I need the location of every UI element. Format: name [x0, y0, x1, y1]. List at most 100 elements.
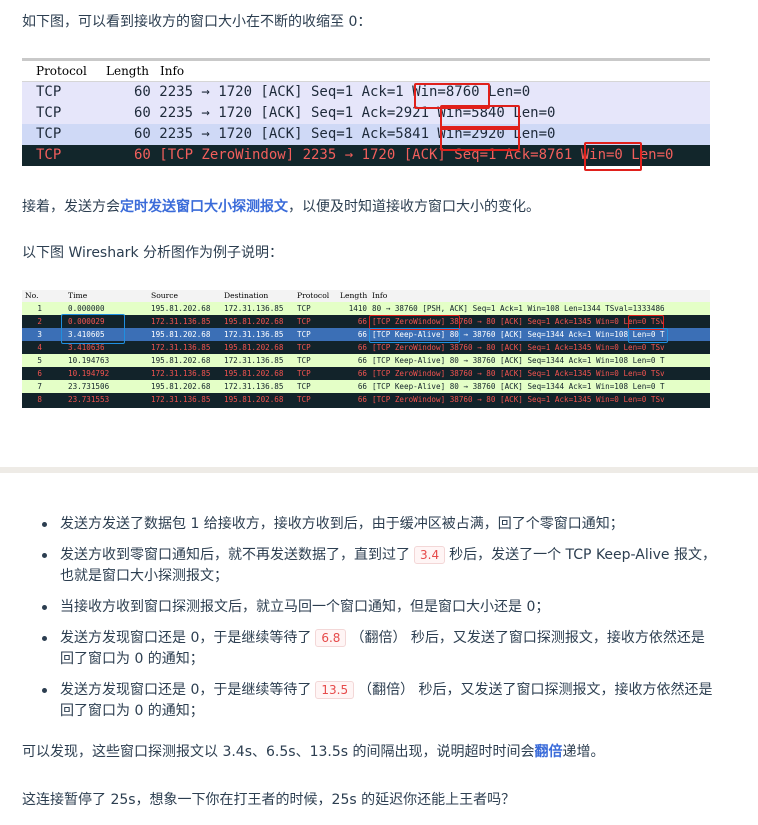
- col-info: Info: [372, 291, 388, 300]
- cell-info: [TCP Keep-Alive] 80 → 38760 [ACK] Seq=13…: [372, 330, 665, 339]
- cell-time: 10.194792: [68, 369, 110, 378]
- cell-proto: TCP: [297, 317, 311, 326]
- bullet-text: 发送方发现窗口还是 0，于是继续等待了: [60, 682, 312, 698]
- cell-no: 4: [37, 343, 42, 352]
- capture-row: TCP 60 2235 → 1720 [ACK] Seq=1 Ack=5841 …: [22, 124, 710, 145]
- cell-no: 8: [37, 395, 42, 404]
- cell-src: 195.81.202.68: [151, 382, 211, 391]
- explanation-list: 发送方发送了数据包 1 给接收方，接收方收到后，由于缓冲区被占满，回了个零窗口通…: [38, 514, 718, 732]
- cell-len: 66: [357, 356, 367, 365]
- probe-text-after: ，以便及时知道接收方窗口大小的变化。: [288, 199, 540, 215]
- cell-time: 3.410605: [68, 330, 105, 339]
- capture-row-zero-window: TCP 60 [TCP ZeroWindow] 2235 → 1720 [ACK…: [22, 145, 710, 166]
- cell-dst: 195.81.202.68: [224, 343, 284, 352]
- row-info: 60 2235 → 1720 [ACK] Seq=1 Ack=5841 Win=…: [134, 126, 556, 142]
- cell-no: 3: [37, 330, 42, 339]
- cell-len: 66: [357, 369, 367, 378]
- col-length: Length: [340, 291, 368, 300]
- cell-src: 172.31.136.85: [151, 343, 211, 352]
- cell-dst: 172.31.136.85: [224, 356, 284, 365]
- cell-info: [TCP Keep-Alive] 80 → 38760 [ACK] Seq=13…: [372, 382, 665, 391]
- cell-src: 172.31.136.85: [151, 369, 211, 378]
- cell-info: [TCP ZeroWindow] 38760 → 80 [ACK] Seq=1 …: [372, 369, 665, 378]
- conclusion-text-after: 递增。: [562, 744, 605, 760]
- section-divider: [0, 467, 758, 473]
- wireshark-window-shrink-capture: Protocol Length Info TCP 60 2235 → 1720 …: [22, 58, 710, 173]
- cell-no: 5: [37, 356, 42, 365]
- col-no: No.: [25, 291, 39, 300]
- col-destination: Destination: [224, 291, 269, 300]
- cell-time: 10.194763: [68, 356, 110, 365]
- cell-proto: TCP: [297, 369, 311, 378]
- example-paragraph: 以下图 Wireshark 分析图作为例子说明：: [22, 245, 283, 261]
- capture-row: TCP 60 2235 → 1720 [ACK] Seq=1 Ack=2921 …: [22, 103, 710, 124]
- cell-time: 0.000000: [68, 304, 105, 313]
- col-length: Length: [106, 64, 150, 78]
- cell-time: 23.731506: [68, 382, 110, 391]
- cell-info: [TCP Keep-Alive] 80 → 38760 [ACK] Seq=13…: [372, 356, 665, 365]
- intro-paragraph: 如下图，可以看到接收方的窗口大小在不断的收缩至 0：: [22, 14, 372, 30]
- cell-len: 66: [357, 382, 367, 391]
- cell-proto: TCP: [297, 356, 311, 365]
- cell-dst: 172.31.136.85: [224, 330, 284, 339]
- row-protocol: TCP: [36, 126, 62, 142]
- capture-row: 5 10.194763 195.81.202.68 172.31.136.85 TCP 6…: [22, 354, 710, 367]
- cell-src: 172.31.136.85: [151, 395, 211, 404]
- capture-rows: 1 0.000000 195.81.202.68 172.31.136.85 TCP 14…: [22, 302, 710, 406]
- col-source: Source: [151, 291, 179, 300]
- cell-no: 1: [37, 304, 42, 313]
- cell-dst: 172.31.136.85: [224, 304, 284, 313]
- col-time: Time: [68, 291, 88, 300]
- list-item: 发送方发现窗口还是 0，于是继续等待了 6.8 （翻倍） 秒后，又发送了窗口探测报文…: [38, 628, 718, 670]
- cell-time: 0.000029: [68, 317, 105, 326]
- cell-proto: TCP: [297, 395, 311, 404]
- cell-src: 195.81.202.68: [151, 330, 211, 339]
- inline-code: 6.8: [315, 629, 347, 647]
- bullet-text: 当接收方收到窗口探测报文后，就立马回一个窗口通知，但是窗口大小还是 0；: [60, 599, 550, 615]
- capture-row: 3 3.410605 195.81.202.68 172.31.136.85 TCP 66…: [22, 328, 710, 341]
- list-item: 发送方发现窗口还是 0，于是继续等待了 13.5 （翻倍） 秒后，又发送了窗口探测报…: [38, 680, 718, 722]
- col-protocol: Protocol: [36, 64, 87, 78]
- probe-paragraph: 接着，发送方会定时发送窗口大小探测报文，以便及时知道接收方窗口大小的变化。: [22, 196, 540, 218]
- row-protocol: TCP: [36, 105, 62, 121]
- col-protocol: Protocol: [297, 291, 330, 300]
- cell-no: 6: [37, 369, 42, 378]
- cell-src: 195.81.202.68: [151, 304, 211, 313]
- cell-info: [TCP ZeroWindow] 38760 → 80 [ACK] Seq=1 …: [372, 317, 665, 326]
- cell-no: 2: [37, 317, 42, 326]
- cell-proto: TCP: [297, 304, 311, 313]
- cell-len: 66: [357, 395, 367, 404]
- capture-row: 8 23.731553 172.31.136.85 195.81.202.68 TCP 6…: [22, 393, 710, 406]
- cell-proto: TCP: [297, 343, 311, 352]
- cell-len: 66: [357, 343, 367, 352]
- wireshark-probe-capture: No. Time Source Destination Protocol Len…: [22, 290, 710, 408]
- capture-row: 2 0.000029 172.31.136.85 195.81.202.68 TCP 66…: [22, 315, 710, 328]
- cell-proto: TCP: [297, 330, 311, 339]
- row-protocol: TCP: [36, 147, 62, 163]
- row-protocol: TCP: [36, 84, 62, 100]
- conclusion-paragraph: 可以发现，这些窗口探测报文以 3.4s、6.5s、13.5s 的间隔出现，说明超…: [22, 741, 604, 763]
- cell-len: 66: [357, 317, 367, 326]
- capture-row: 6 10.194792 172.31.136.85 195.81.202.68 TCP 6…: [22, 367, 710, 380]
- cell-dst: 195.81.202.68: [224, 395, 284, 404]
- conclusion-text-before: 可以发现，这些窗口探测报文以 3.4s、6.5s、13.5s 的间隔出现，说明超…: [22, 744, 535, 760]
- row-info: 60 2235 → 1720 [ACK] Seq=1 Ack=2921 Win=…: [134, 105, 556, 121]
- cell-info: [TCP ZeroWindow] 38760 → 80 [ACK] Seq=1 …: [372, 395, 665, 404]
- probe-text-before: 接着，发送方会: [22, 199, 120, 215]
- capture-header: No. Time Source Destination Protocol Len…: [22, 290, 710, 302]
- capture-row: 4 3.410636 172.31.136.85 195.81.202.68 TCP 66…: [22, 341, 710, 354]
- cell-info: [TCP ZeroWindow] 38760 → 80 [ACK] Seq=1 …: [372, 343, 665, 352]
- bullet-text: 发送方发现窗口还是 0，于是继续等待了: [60, 630, 312, 646]
- capture-row: 7 23.731506 195.81.202.68 172.31.136.85 TCP 6…: [22, 380, 710, 393]
- closing-paragraph: 这连接暂停了 25s，想象一下你在打王者的时候，25s 的延迟你还能上王者吗？: [22, 792, 516, 808]
- capture-row: 1 0.000000 195.81.202.68 172.31.136.85 TCP 14…: [22, 302, 710, 315]
- cell-dst: 195.81.202.68: [224, 369, 284, 378]
- inline-code: 3.4: [414, 546, 446, 564]
- list-item: 当接收方收到窗口探测报文后，就立马回一个窗口通知，但是窗口大小还是 0；: [38, 597, 718, 618]
- col-info: Info: [160, 64, 185, 78]
- bullet-text: 发送方收到零窗口通知后，就不再发送数据了，直到过了: [60, 547, 410, 563]
- cell-dst: 172.31.136.85: [224, 382, 284, 391]
- cell-info: 80 → 38760 [PSH, ACK] Seq=1 Ack=1 Win=10…: [372, 304, 665, 313]
- cell-len: 66: [357, 330, 367, 339]
- list-item: 发送方收到零窗口通知后，就不再发送数据了，直到过了 3.4 秒后，发送了一个 TCP…: [38, 545, 718, 587]
